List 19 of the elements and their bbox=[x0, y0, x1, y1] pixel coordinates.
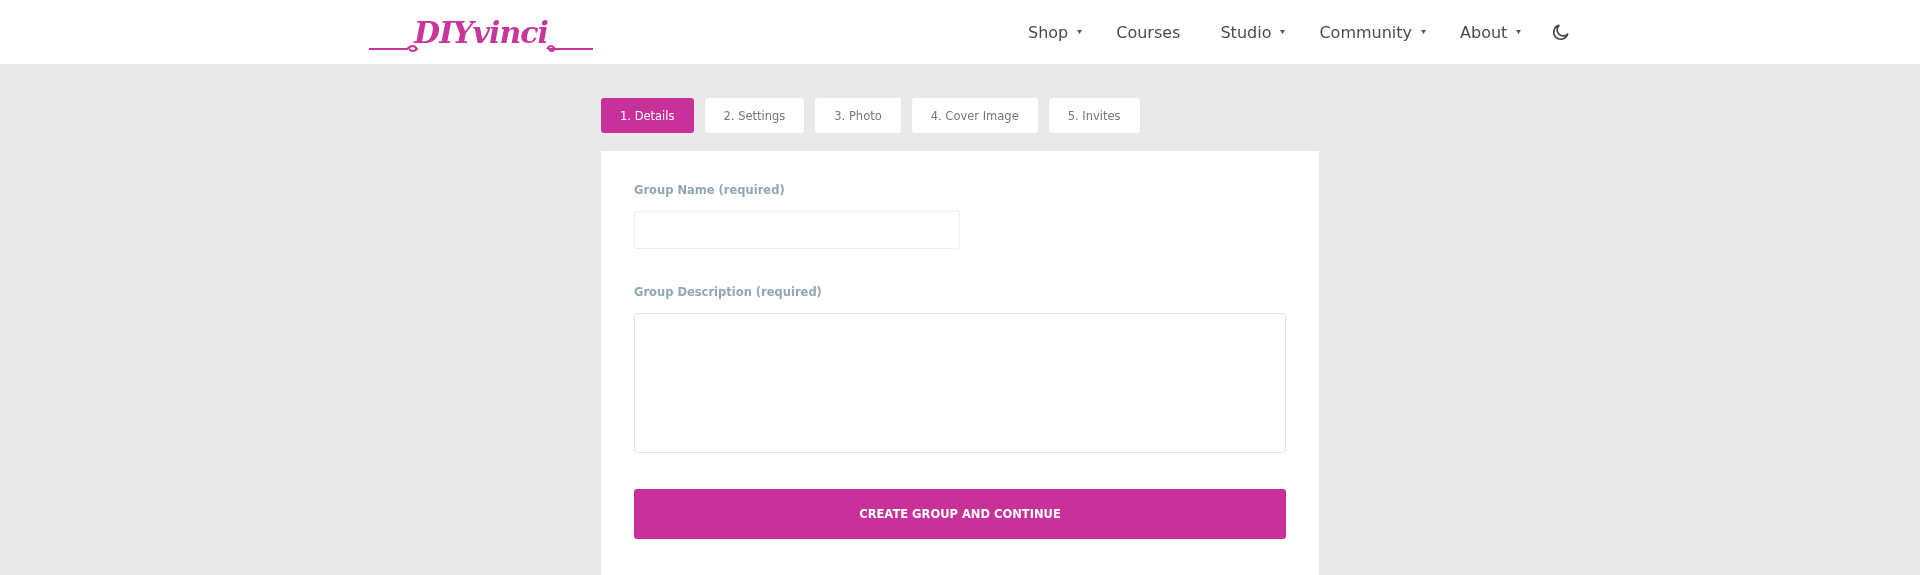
nav-link[interactable]: About bbox=[1460, 22, 1522, 42]
nav-link[interactable]: Courses bbox=[1116, 22, 1181, 42]
step-tab[interactable]: 5. Invites bbox=[1048, 98, 1140, 133]
nav-link[interactable]: Shop bbox=[1028, 22, 1083, 42]
step-tab[interactable]: 1. Details bbox=[601, 98, 694, 133]
logo[interactable]: DIYvinci bbox=[367, 7, 595, 57]
nav-link[interactable]: Community bbox=[1319, 22, 1427, 42]
field-label: Group Name (required) bbox=[634, 183, 786, 197]
step-tab[interactable]: 3. Photo bbox=[815, 98, 901, 133]
caret-icon bbox=[1516, 30, 1522, 34]
step-tab[interactable]: 4. Cover Image bbox=[911, 98, 1038, 133]
nav-link[interactable]: Studio bbox=[1220, 22, 1286, 42]
step-tab[interactable]: 2. Settings bbox=[704, 98, 805, 133]
caret-icon bbox=[1077, 30, 1083, 34]
submit-button[interactable]: CREATE GROUP AND CONTINUE bbox=[634, 489, 1286, 539]
textarea-field[interactable] bbox=[634, 313, 1286, 453]
caret-icon bbox=[1280, 30, 1286, 34]
caret-icon bbox=[1421, 30, 1427, 34]
field-label: Group Description (required) bbox=[634, 285, 823, 299]
